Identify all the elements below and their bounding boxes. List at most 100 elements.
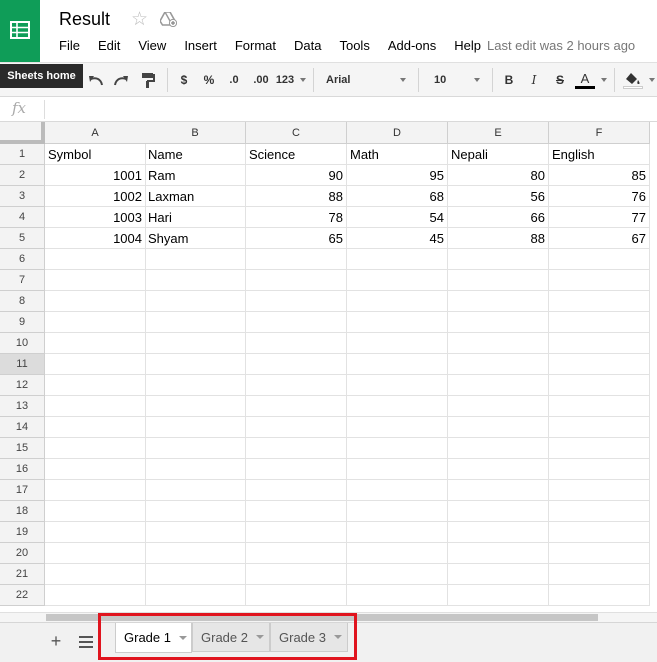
cell-f9[interactable] <box>549 312 650 333</box>
cell-c4[interactable]: 78 <box>246 207 347 228</box>
menu-view[interactable]: View <box>129 38 175 54</box>
cell-e14[interactable] <box>448 417 549 438</box>
cell-e21[interactable] <box>448 564 549 585</box>
cell-c15[interactable] <box>246 438 347 459</box>
cell-c8[interactable] <box>246 291 347 312</box>
menu-addons[interactable]: Add-ons <box>379 38 445 54</box>
column-header-e[interactable]: E <box>448 122 549 144</box>
cell-f12[interactable] <box>549 375 650 396</box>
cell-d16[interactable] <box>347 459 448 480</box>
cell-f10[interactable] <box>549 333 650 354</box>
cell-d1[interactable]: Math <box>347 144 448 165</box>
cell-e3[interactable]: 56 <box>448 186 549 207</box>
cell-e10[interactable] <box>448 333 549 354</box>
cell-e12[interactable] <box>448 375 549 396</box>
all-sheets-icon[interactable] <box>79 635 93 653</box>
cell-c18[interactable] <box>246 501 347 522</box>
cell-c11[interactable] <box>246 354 347 375</box>
cell-f2[interactable]: 85 <box>549 165 650 186</box>
add-to-drive-icon[interactable] <box>159 11 178 32</box>
cell-b10[interactable] <box>145 333 246 354</box>
paint-format-icon[interactable] <box>137 63 159 97</box>
cell-b8[interactable] <box>145 291 246 312</box>
spreadsheet-grid[interactable]: A B C D E F 1 Symbol Name Science Math Nepali Englis… <box>0 122 657 612</box>
redo-icon[interactable] <box>111 63 131 97</box>
cell-a17[interactable] <box>45 480 146 501</box>
cell-f6[interactable] <box>549 249 650 270</box>
cell-c10[interactable] <box>246 333 347 354</box>
cell-b1[interactable]: Name <box>145 144 246 165</box>
cell-c3[interactable]: 88 <box>246 186 347 207</box>
cell-a19[interactable] <box>45 522 146 543</box>
cell-f18[interactable] <box>549 501 650 522</box>
menu-help[interactable]: Help <box>445 38 490 54</box>
row-header-1[interactable]: 1 <box>0 144 45 165</box>
cell-c21[interactable] <box>246 564 347 585</box>
chevron-down-icon[interactable] <box>255 635 264 639</box>
cell-c1[interactable]: Science <box>246 144 347 165</box>
cell-d12[interactable] <box>347 375 448 396</box>
menu-format[interactable]: Format <box>226 38 285 54</box>
cell-f16[interactable] <box>549 459 650 480</box>
cell-d22[interactable] <box>347 585 448 606</box>
row-header-7[interactable]: 7 <box>0 270 45 291</box>
row-header-2[interactable]: 2 <box>0 165 45 186</box>
cell-d17[interactable] <box>347 480 448 501</box>
row-header-12[interactable]: 12 <box>0 375 45 396</box>
row-header-10[interactable]: 10 <box>0 333 45 354</box>
cell-a16[interactable] <box>45 459 146 480</box>
row-header-14[interactable]: 14 <box>0 417 45 438</box>
cell-d13[interactable] <box>347 396 448 417</box>
menu-insert[interactable]: Insert <box>175 38 226 54</box>
text-color-button[interactable]: A <box>574 63 608 97</box>
cell-e17[interactable] <box>448 480 549 501</box>
bold-button[interactable]: B <box>499 63 519 97</box>
font-family-select[interactable]: Arial <box>320 63 412 97</box>
menu-tools[interactable]: Tools <box>330 38 378 54</box>
cell-a13[interactable] <box>45 396 146 417</box>
cell-c14[interactable] <box>246 417 347 438</box>
cell-a9[interactable] <box>45 312 146 333</box>
cell-f1[interactable]: English <box>549 144 650 165</box>
cell-f13[interactable] <box>549 396 650 417</box>
cell-a6[interactable] <box>45 249 146 270</box>
column-header-c[interactable]: C <box>246 122 347 144</box>
row-header-21[interactable]: 21 <box>0 564 45 585</box>
cell-e22[interactable] <box>448 585 549 606</box>
cell-d3[interactable]: 68 <box>347 186 448 207</box>
row-header-22[interactable]: 22 <box>0 585 45 606</box>
cell-e18[interactable] <box>448 501 549 522</box>
row-header-18[interactable]: 18 <box>0 501 45 522</box>
cell-f21[interactable] <box>549 564 650 585</box>
cell-c7[interactable] <box>246 270 347 291</box>
cell-a7[interactable] <box>45 270 146 291</box>
row-header-13[interactable]: 13 <box>0 396 45 417</box>
cell-e13[interactable] <box>448 396 549 417</box>
cell-e2[interactable]: 80 <box>448 165 549 186</box>
menu-file[interactable]: File <box>50 38 89 54</box>
cell-e4[interactable]: 66 <box>448 207 549 228</box>
cell-f15[interactable] <box>549 438 650 459</box>
cell-f4[interactable]: 77 <box>549 207 650 228</box>
menu-data[interactable]: Data <box>285 38 330 54</box>
currency-format-button[interactable]: $ <box>174 63 194 97</box>
cell-f5[interactable]: 67 <box>549 228 650 249</box>
cell-c9[interactable] <box>246 312 347 333</box>
cell-f19[interactable] <box>549 522 650 543</box>
cell-c13[interactable] <box>246 396 347 417</box>
row-header-19[interactable]: 19 <box>0 522 45 543</box>
chevron-down-icon[interactable] <box>178 635 187 640</box>
cell-d5[interactable]: 45 <box>347 228 448 249</box>
cell-f17[interactable] <box>549 480 650 501</box>
cell-a2[interactable]: 1001 <box>45 165 146 186</box>
cell-c22[interactable] <box>246 585 347 606</box>
cell-d7[interactable] <box>347 270 448 291</box>
cell-a11[interactable] <box>45 354 146 375</box>
row-header-8[interactable]: 8 <box>0 291 45 312</box>
cell-b12[interactable] <box>145 375 246 396</box>
cell-b4[interactable]: Hari <box>145 207 246 228</box>
italic-button[interactable]: I <box>524 63 544 97</box>
cell-e9[interactable] <box>448 312 549 333</box>
row-header-4[interactable]: 4 <box>0 207 45 228</box>
cell-c6[interactable] <box>246 249 347 270</box>
